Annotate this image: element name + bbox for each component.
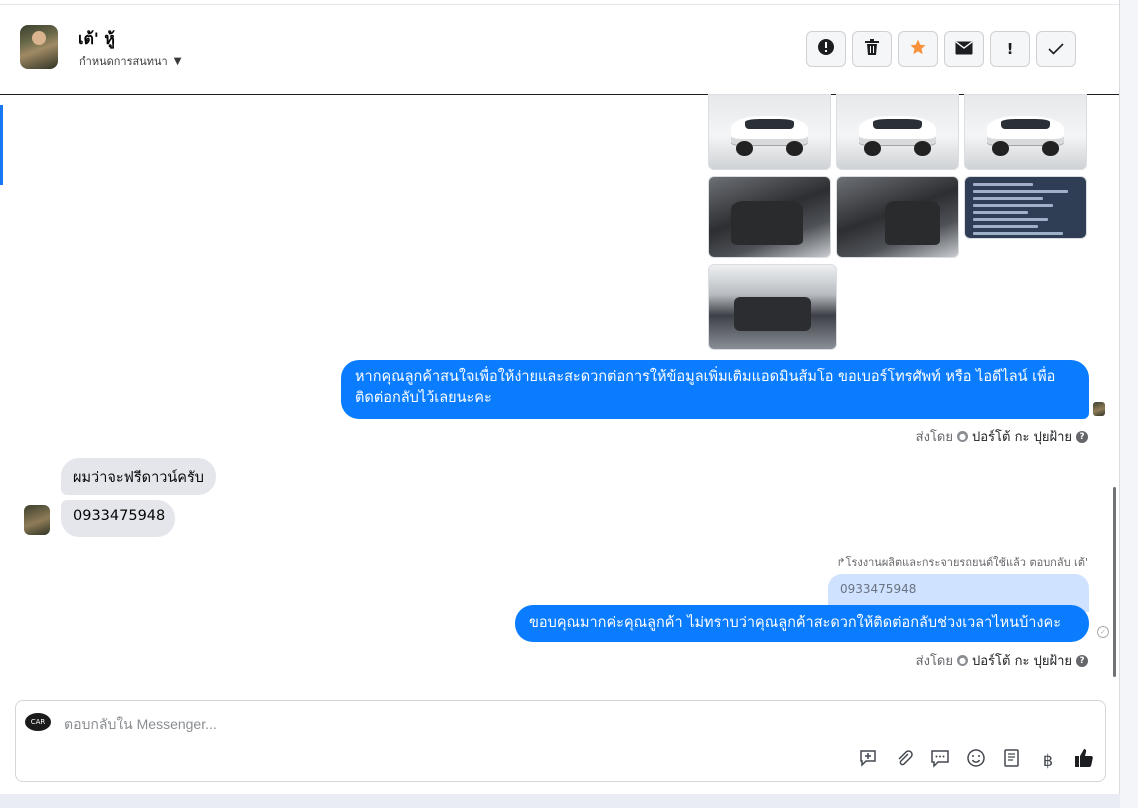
chat-plus-icon: [858, 748, 878, 773]
envelope-icon: [955, 40, 973, 59]
seen-avatar: [1093, 402, 1105, 416]
car-photo-rear-seat[interactable]: [708, 176, 831, 258]
check-icon: [1048, 40, 1064, 59]
contact-name[interactable]: เต้' หู้: [78, 27, 115, 52]
catalog-button[interactable]: [1001, 748, 1023, 773]
message-scrollbar[interactable]: [1113, 487, 1116, 677]
caret-down-icon: ▼: [173, 55, 182, 67]
alert-circle-icon: [817, 38, 835, 60]
quick-reply-button[interactable]: [857, 749, 879, 771]
attach-button[interactable]: [893, 749, 915, 771]
trash-icon: [864, 38, 880, 60]
saved-replies-button[interactable]: [929, 749, 951, 771]
sent-by-name[interactable]: ปอร์โต้ กะ ปุยฝ้าย: [972, 650, 1072, 671]
chat-dots-icon: [930, 748, 950, 773]
page-avatar: CAR: [25, 713, 51, 731]
star-icon: [909, 38, 927, 60]
composer-toolbar: ฿: [857, 747, 1095, 774]
sent-by-prefix: ส่งโดย: [915, 430, 953, 445]
payment-button[interactable]: ฿: [1037, 749, 1059, 771]
outgoing-message[interactable]: ขอบคุณมากค่ะคุณลูกค้า ไม่ทราบว่าคุณลูกค้…: [515, 605, 1089, 642]
agent-icon: ●: [957, 431, 968, 442]
reply-composer: CAR ตอบกลับใน Messenger... ฿: [15, 700, 1106, 782]
car-spec-sheet-image[interactable]: [964, 176, 1087, 239]
star-button[interactable]: [898, 31, 938, 67]
contact-avatar[interactable]: [20, 25, 58, 69]
sent-by-name[interactable]: ปอร์โต้ กะ ปุยฝ้าย: [972, 426, 1072, 447]
smiley-icon: [966, 748, 986, 773]
conversation-panel: เต้' หู้ กำหนดการสนทนา ▼ ! หากคุณลูกค้าส…: [0, 0, 1120, 794]
car-photo-side-alt[interactable]: [964, 94, 1087, 170]
book-icon: [1002, 748, 1022, 773]
mark-unread-button[interactable]: [944, 31, 984, 67]
emoji-button[interactable]: [965, 748, 987, 773]
reply-input[interactable]: [62, 711, 866, 737]
delivered-check-icon: ✓: [1097, 626, 1109, 638]
thumbs-up-icon: [1073, 747, 1095, 774]
exclamation-icon: !: [1006, 40, 1014, 58]
incoming-message[interactable]: ผมว่าจะฟรีดาวน์ครับ: [61, 458, 216, 495]
baht-icon: ฿: [1042, 750, 1054, 770]
help-icon[interactable]: ?: [1076, 654, 1088, 667]
contact-avatar-small[interactable]: [24, 505, 50, 535]
help-icon[interactable]: ?: [1076, 430, 1088, 443]
sent-by-info: ส่งโดย ● ปอร์โต้ กะ ปุยฝ้าย ?: [916, 650, 1088, 671]
mark-spam-button[interactable]: [806, 31, 846, 67]
delete-button[interactable]: [852, 31, 892, 67]
message-thread[interactable]: หากคุณลูกค้าสนใจเพื่อให้ง่ายและสะดวกต่อก…: [0, 94, 1112, 694]
agent-icon: ●: [957, 655, 968, 666]
car-photo-rear[interactable]: [708, 94, 831, 170]
conversation-assign-label: กำหนดการสนทนา: [79, 55, 168, 68]
mark-done-button[interactable]: [1036, 31, 1076, 67]
sent-by-prefix: ส่งโดย: [915, 654, 953, 669]
reply-context-note: ↱โรงงานผลิตและกระจายรถยนต์ใช้แล้ว ตอบกลั…: [836, 556, 1088, 569]
right-sidebar-edge: [1120, 0, 1138, 808]
outgoing-message[interactable]: หากคุณลูกค้าสนใจเพื่อให้ง่ายและสะดวกต่อก…: [341, 360, 1089, 419]
conversation-assign-dropdown[interactable]: กำหนดการสนทนา ▼: [79, 52, 181, 70]
conversation-header: เต้' หู้ กำหนดการสนทนา ▼ !: [0, 4, 1119, 95]
car-photo-engine[interactable]: [708, 264, 837, 350]
header-toolbar: !: [806, 31, 1076, 67]
car-photo-side[interactable]: [836, 94, 959, 170]
car-photo-front-seat[interactable]: [836, 176, 959, 258]
like-button[interactable]: [1073, 747, 1095, 774]
paperclip-icon: [894, 748, 914, 773]
incoming-message[interactable]: 0933475948: [61, 500, 175, 537]
sent-by-info: ส่งโดย ● ปอร์โต้ กะ ปุยฝ้าย ?: [916, 426, 1088, 447]
follow-up-button[interactable]: !: [990, 31, 1030, 67]
